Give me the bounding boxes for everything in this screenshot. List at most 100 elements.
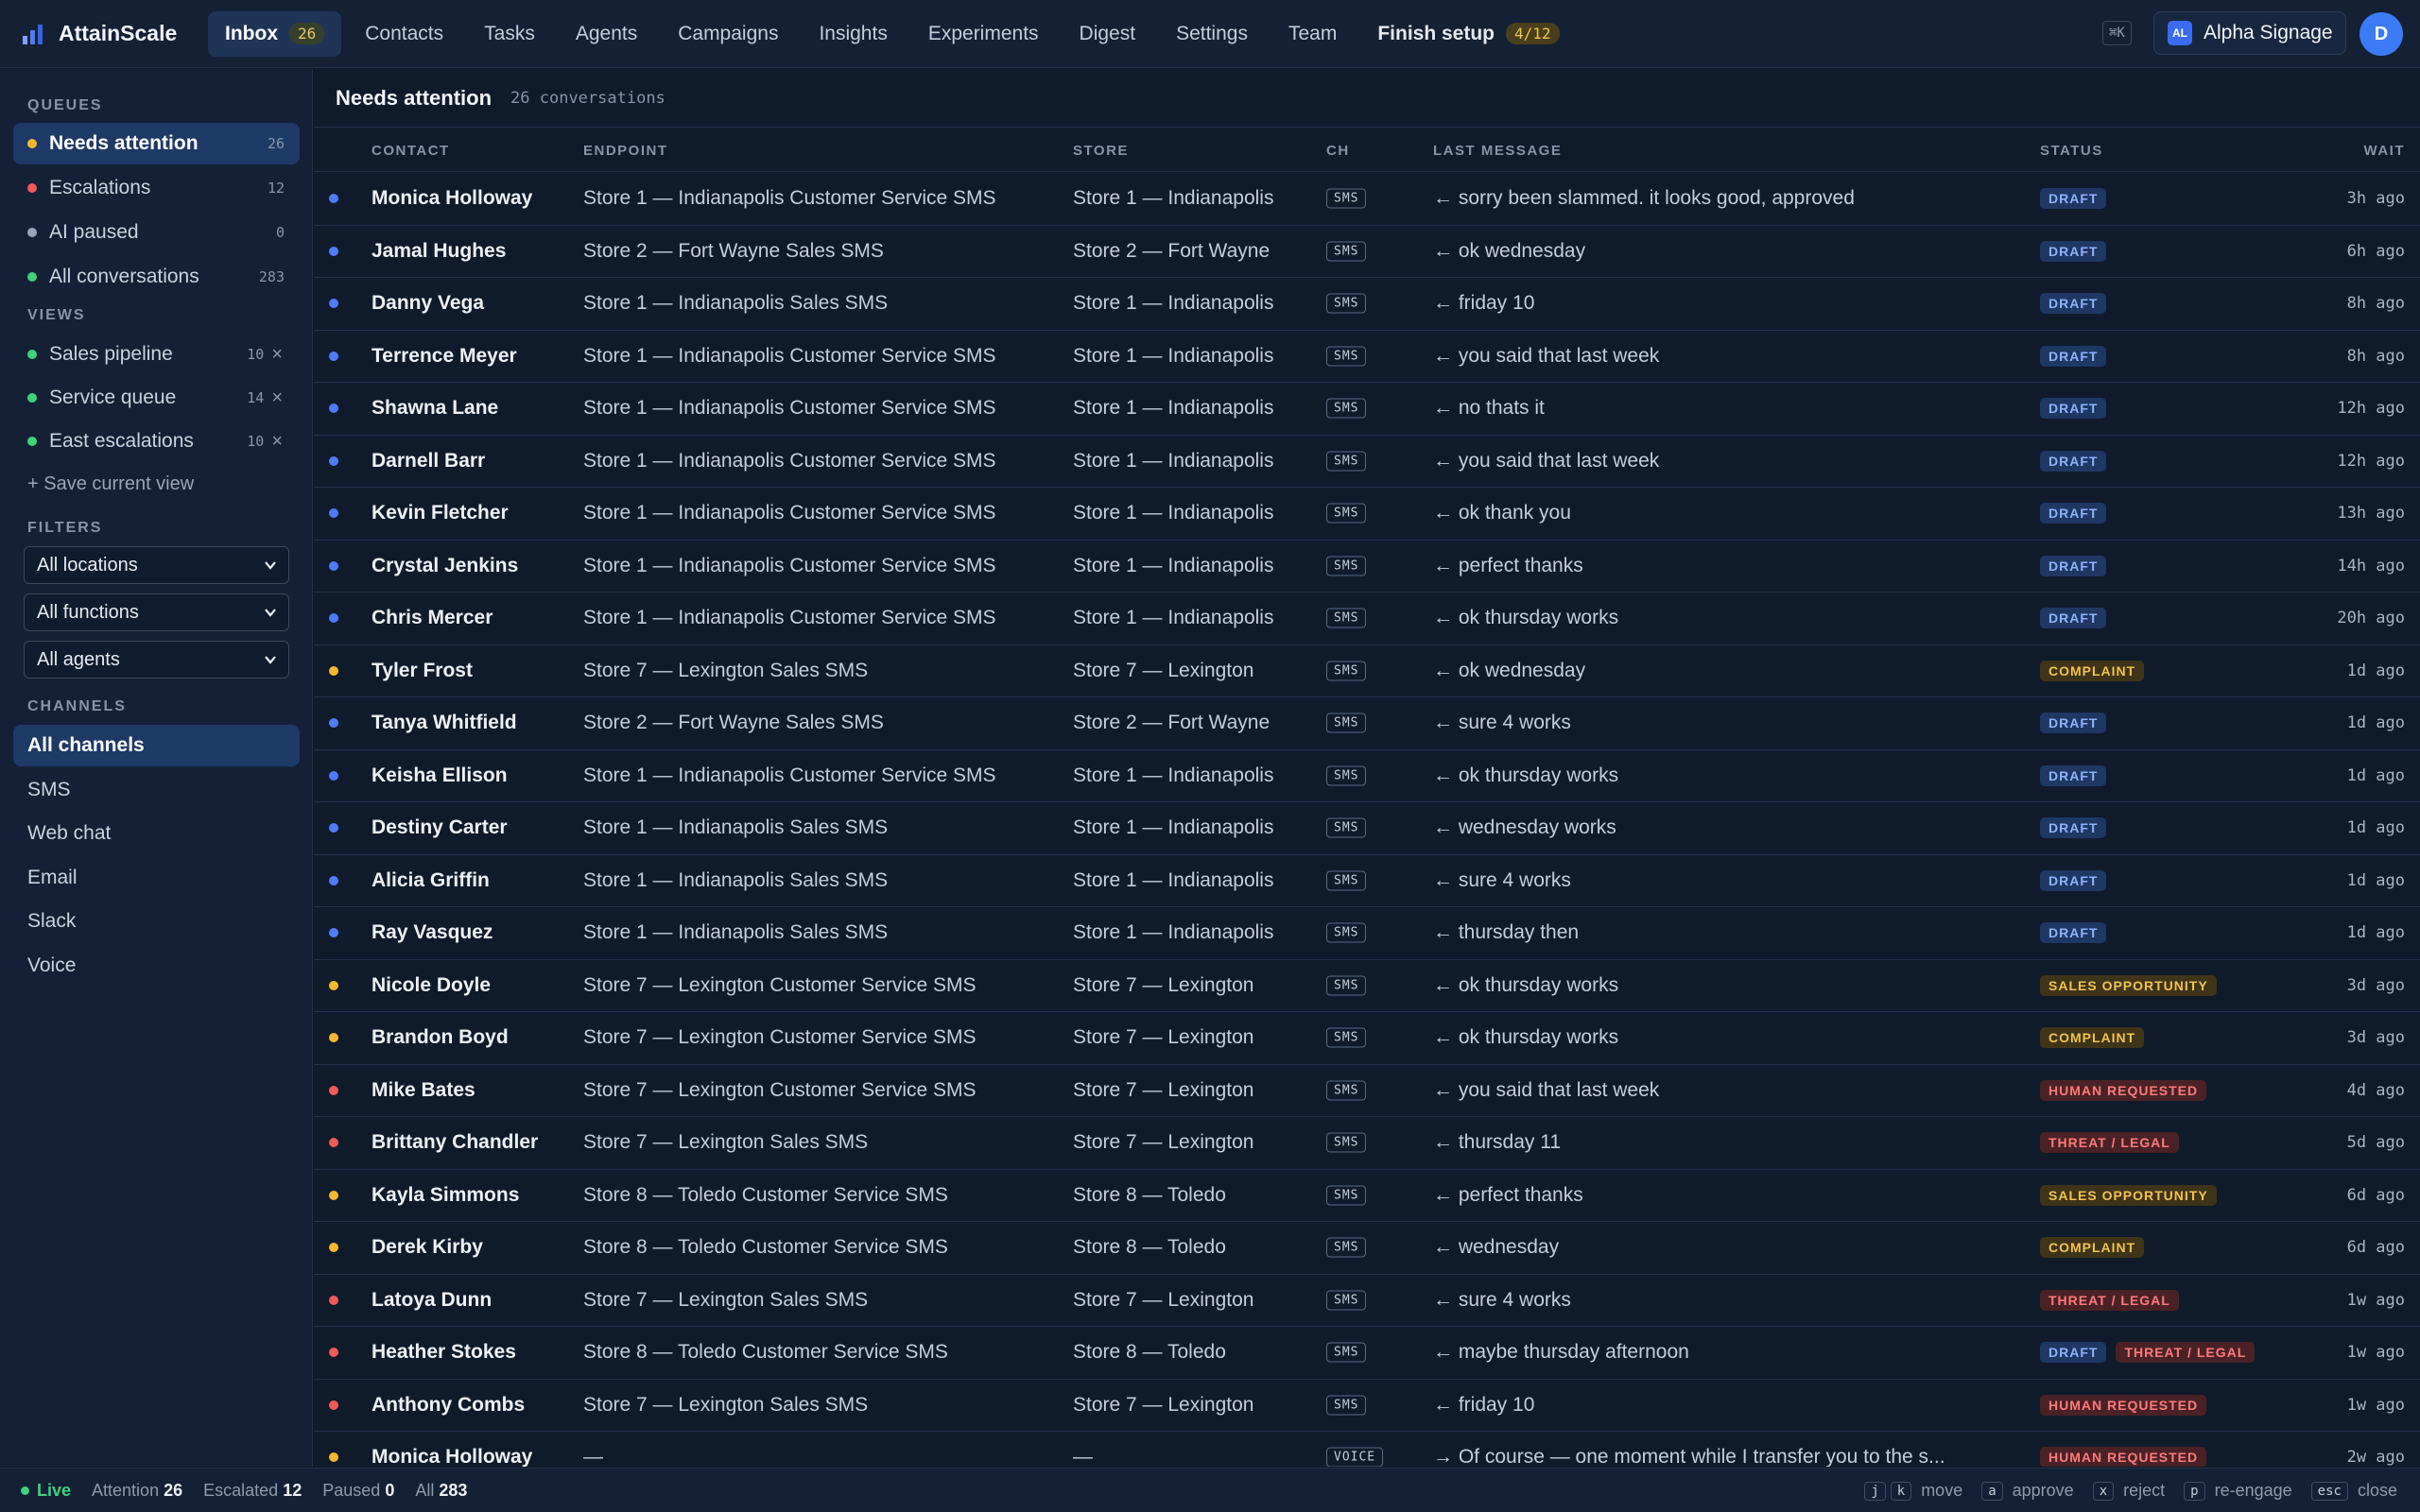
status-cell: DRAFT — [2040, 869, 2116, 891]
table-row[interactable]: Chris Mercer Store 1 — Indianapolis Custo… — [314, 593, 2420, 645]
status-badge: DRAFT — [2040, 188, 2107, 210]
channel-slack[interactable]: Slack — [13, 901, 300, 942]
table-row[interactable]: Shawna Lane Store 1 — Indianapolis Custom… — [314, 383, 2420, 436]
channel-tag: SMS — [1326, 503, 1367, 524]
queue-escalations[interactable]: Escalations 12 — [13, 167, 300, 209]
wait-time: 1d ago — [2346, 870, 2405, 890]
nav-settings[interactable]: Settings — [1159, 11, 1265, 57]
main-nav: Inbox 26 Contacts Tasks Agents Campaigns Insig… — [208, 0, 1583, 68]
table-row[interactable]: Ray Vasquez Store 1 — Indianapolis Sales … — [314, 907, 2420, 960]
store-cell: Store 7 — Lexington — [1073, 1393, 1254, 1416]
col-store[interactable]: STORE — [1073, 143, 1129, 159]
channel-label: Web chat — [27, 822, 112, 844]
last-message-cell: ← perfect thanks — [1433, 554, 1583, 576]
key-j-hint: j — [1864, 1481, 1886, 1501]
endpoint-cell: Store 1 — Indianapolis Customer Service … — [583, 764, 996, 786]
row-status-dot-icon — [329, 1138, 338, 1148]
table-row[interactable]: Kayla Simmons Store 8 — Toledo Customer S… — [314, 1170, 2420, 1222]
table-row[interactable]: Nicole Doyle Store 7 — Lexington Customer… — [314, 960, 2420, 1012]
command-shortcut-hint[interactable]: ⌘K — [2102, 21, 2132, 45]
user-avatar[interactable]: D — [2360, 12, 2403, 56]
endpoint-cell: — — [583, 1446, 603, 1467]
col-channel[interactable]: CH — [1326, 143, 1350, 159]
channel-tag: SMS — [1326, 1395, 1367, 1416]
row-status-dot-icon — [329, 980, 338, 990]
view-service-queue[interactable]: Service queue 14 × — [13, 377, 300, 419]
channel-email[interactable]: Email — [13, 857, 300, 899]
queue-all-conversations[interactable]: All conversations 283 — [13, 256, 300, 298]
table-row[interactable]: Destiny Carter Store 1 — Indianapolis Sal… — [314, 802, 2420, 855]
channel-web-chat[interactable]: Web chat — [13, 813, 300, 854]
table-row[interactable]: Monica Holloway — — VOICE → Of course — one … — [314, 1432, 2420, 1467]
col-last-message[interactable]: LAST MESSAGE — [1433, 143, 1562, 159]
table-row[interactable]: Danny Vega Store 1 — Indianapolis Sales S… — [314, 278, 2420, 331]
endpoint-cell: Store 1 — Indianapolis Customer Service … — [583, 607, 996, 629]
channel-voice[interactable]: Voice — [13, 945, 300, 987]
nav-contacts[interactable]: Contacts — [348, 11, 460, 57]
channel-all-channels[interactable]: All channels — [13, 725, 300, 766]
nav-tasks[interactable]: Tasks — [467, 11, 552, 57]
filter-all-functions-select[interactable]: All functions — [24, 593, 289, 631]
contact-name: Monica Holloway — [372, 1446, 533, 1467]
filter-all-agents-select[interactable]: All agents — [24, 641, 289, 679]
queue-ai-paused[interactable]: AI paused 0 — [13, 212, 300, 253]
remove-view-close-icon[interactable]: × — [271, 344, 283, 366]
last-message-cell: ← ok thursday works — [1433, 764, 1619, 786]
nav-experiments[interactable]: Experiments — [911, 11, 1056, 57]
table-row[interactable]: Brittany Chandler Store 7 — Lexington Sal… — [314, 1117, 2420, 1170]
endpoint-cell: Store 1 — Indianapolis Customer Service … — [583, 344, 996, 367]
brand[interactable]: AttainScale — [21, 21, 208, 46]
store-cell: Store 1 — Indianapolis — [1073, 816, 1274, 839]
contact-name: Latoya Dunn — [372, 1288, 493, 1311]
wait-time: 6h ago — [2346, 241, 2405, 261]
nav-team[interactable]: Team — [1271, 11, 1354, 57]
table-row[interactable]: Terrence Meyer Store 1 — Indianapolis Cus… — [314, 331, 2420, 383]
table-row[interactable]: Brandon Boyd Store 7 — Lexington Customer… — [314, 1012, 2420, 1065]
table-row[interactable]: Alicia Griffin Store 1 — Indianapolis Sal… — [314, 855, 2420, 907]
table-row[interactable]: Anthony Combs Store 7 — Lexington Sales S… — [314, 1380, 2420, 1432]
live-dot-icon — [21, 1486, 29, 1495]
store-cell: Store 7 — Lexington — [1073, 1288, 1254, 1311]
table-row[interactable]: Mike Bates Store 7 — Lexington Customer S… — [314, 1065, 2420, 1117]
channel-label: All channels — [27, 734, 145, 756]
channel-sms[interactable]: SMS — [13, 769, 300, 811]
view-east-escalations[interactable]: East escalations 10 × — [13, 421, 300, 462]
table-row[interactable]: Monica Holloway Store 1 — Indianapolis Cu… — [314, 173, 2420, 226]
setup-label: Finish setup — [1377, 22, 1495, 44]
save-view-button[interactable]: + Save current view — [27, 473, 194, 495]
queue-needs-attention[interactable]: Needs attention 26 — [13, 123, 300, 164]
col-endpoint[interactable]: ENDPOINT — [583, 143, 668, 159]
view-sales-pipeline[interactable]: Sales pipeline 10 × — [13, 334, 300, 375]
table-row[interactable]: Darnell Barr Store 1 — Indianapolis Custo… — [314, 436, 2420, 488]
contact-name: Derek Kirby — [372, 1236, 483, 1259]
table-row[interactable]: Tyler Frost Store 7 — Lexington Sales SMS… — [314, 645, 2420, 697]
table-row[interactable]: Crystal Jenkins Store 1 — Indianapolis Cu… — [314, 541, 2420, 593]
nav-campaigns[interactable]: Campaigns — [661, 11, 795, 57]
nav-agents[interactable]: Agents — [559, 11, 654, 57]
remove-view-close-icon[interactable]: × — [271, 387, 283, 409]
table-row[interactable]: Jamal Hughes Store 2 — Fort Wayne Sales S… — [314, 226, 2420, 278]
filter-all-locations-select[interactable]: All locations — [24, 546, 289, 584]
finish-setup-button[interactable]: Finish setup 4/12 — [1360, 11, 1576, 57]
table-row[interactable]: Keisha Ellison Store 1 — Indianapolis Cus… — [314, 750, 2420, 802]
table-row[interactable]: Latoya Dunn Store 7 — Lexington Sales SMS… — [314, 1275, 2420, 1327]
table-row[interactable]: Kevin Fletcher Store 1 — Indianapolis Cus… — [314, 488, 2420, 541]
nav-insights[interactable]: Insights — [802, 11, 904, 57]
app-name: AttainScale — [59, 21, 178, 45]
remove-view-close-icon[interactable]: × — [271, 431, 283, 453]
org-switcher[interactable]: AL Alpha Signage — [2153, 11, 2346, 55]
view-label: East escalations — [49, 430, 194, 452]
col-status[interactable]: STATUS — [2040, 143, 2103, 159]
status-badge: COMPLAINT — [2040, 1237, 2145, 1259]
endpoint-cell: Store 7 — Lexington Sales SMS — [583, 1131, 869, 1154]
nav-inbox[interactable]: Inbox 26 — [208, 10, 342, 57]
wait-time: 3d ago — [2346, 1028, 2405, 1048]
nav-label: Team — [1288, 22, 1338, 44]
col-wait[interactable]: WAIT — [2364, 143, 2406, 159]
table-row[interactable]: Heather Stokes Store 8 — Toledo Customer … — [314, 1327, 2420, 1380]
col-contact[interactable]: CONTACT — [372, 143, 450, 159]
nav-digest[interactable]: Digest — [1063, 11, 1153, 57]
table-row[interactable]: Derek Kirby Store 8 — Toledo Customer Ser… — [314, 1222, 2420, 1275]
status-cell: HUMAN REQUESTED — [2040, 1447, 2216, 1467]
table-row[interactable]: Tanya Whitfield Store 2 — Fort Wayne Sale… — [314, 697, 2420, 750]
